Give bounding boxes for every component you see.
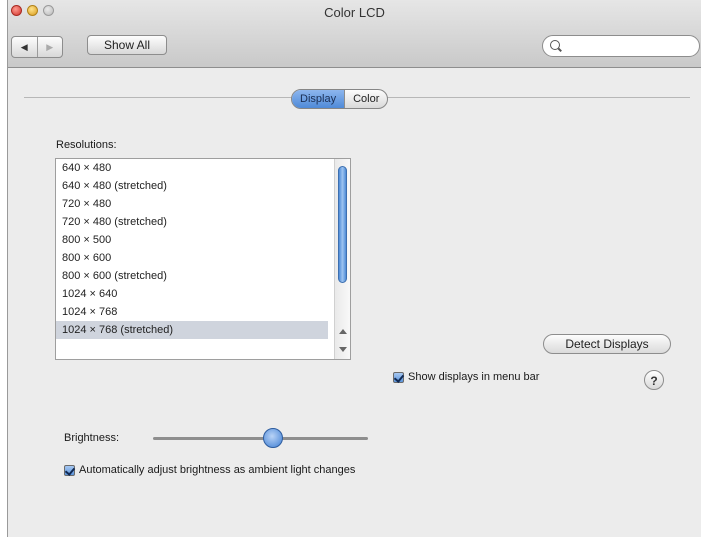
list-item[interactable]: 800 × 500 xyxy=(56,231,328,249)
list-item[interactable]: 1024 × 768 xyxy=(56,303,328,321)
show-all-button[interactable]: Show All xyxy=(87,35,167,55)
list-scrollbar[interactable] xyxy=(334,159,350,359)
list-item[interactable]: 640 × 480 (stretched) xyxy=(56,177,328,195)
list-item-selected[interactable]: 1024 × 768 (stretched) xyxy=(56,321,328,339)
list-item[interactable]: 1024 × 640 xyxy=(56,285,328,303)
tab-display[interactable]: Display xyxy=(292,90,345,108)
show-displays-label: Show displays in menu bar xyxy=(408,371,540,383)
search-field[interactable] xyxy=(542,35,700,57)
list-item[interactable]: 720 × 480 (stretched) xyxy=(56,213,328,231)
title-bar: Color LCD ◀ ▶ Show All xyxy=(8,0,701,68)
help-button[interactable]: ? xyxy=(644,370,664,390)
brightness-label: Brightness: xyxy=(64,432,120,444)
brightness-slider-knob[interactable] xyxy=(263,428,283,448)
window-title: Color LCD xyxy=(324,5,385,20)
back-forward-control: ◀ ▶ xyxy=(11,36,63,58)
show-displays-checkbox[interactable] xyxy=(393,371,404,383)
search-icon xyxy=(550,40,560,50)
preferences-window: Color LCD ◀ ▶ Show All Display Color Res… xyxy=(7,0,701,537)
auto-brightness-label: Automatically adjust brightness as ambie… xyxy=(79,464,356,476)
list-item[interactable]: 800 × 600 xyxy=(56,249,328,267)
search-input[interactable] xyxy=(565,38,697,56)
forward-button[interactable]: ▶ xyxy=(36,37,63,57)
tab-color[interactable]: Color xyxy=(344,90,387,108)
back-arrow-icon: ◀ xyxy=(20,41,28,52)
detect-displays-button[interactable]: Detect Displays xyxy=(543,334,671,354)
show-displays-option[interactable]: Show displays in menu bar xyxy=(393,371,539,383)
auto-brightness-checkbox[interactable] xyxy=(64,464,75,476)
scrollbar-thumb[interactable] xyxy=(338,166,347,283)
tab-bar: Display Color xyxy=(291,89,389,109)
scroll-up-arrow-icon[interactable] xyxy=(339,329,347,334)
list-item[interactable]: 640 × 480 xyxy=(56,159,328,177)
resolutions-label: Resolutions: xyxy=(56,139,117,151)
resolutions-list[interactable]: 640 × 480 640 × 480 (stretched) 720 × 48… xyxy=(55,158,351,360)
forward-arrow-icon: ▶ xyxy=(46,41,54,52)
auto-brightness-option[interactable]: Automatically adjust brightness as ambie… xyxy=(64,464,355,476)
scroll-down-arrow-icon[interactable] xyxy=(339,347,347,352)
list-item[interactable]: 720 × 480 xyxy=(56,195,328,213)
brightness-slider-track[interactable] xyxy=(153,437,368,440)
list-item[interactable]: 800 × 600 (stretched) xyxy=(56,267,328,285)
back-button[interactable]: ◀ xyxy=(12,37,37,57)
